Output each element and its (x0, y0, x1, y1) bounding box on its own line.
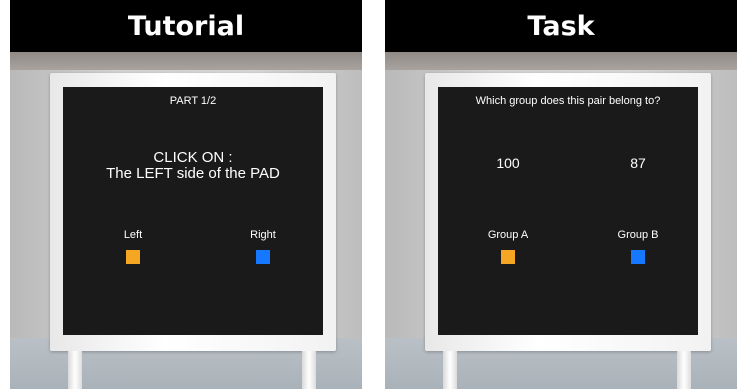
right-option-button[interactable] (256, 250, 270, 264)
ceiling (385, 52, 737, 70)
group-a-label: Group A (487, 229, 529, 241)
tutorial-board-frame: PART 1/2 CLICK ON : The LEFT side of the… (50, 73, 336, 351)
tutorial-header: Tutorial (10, 0, 362, 52)
ceiling (10, 52, 362, 70)
board-leg-right (302, 351, 316, 389)
task-panel: Task Which group does this pair belong t… (385, 0, 737, 389)
left-option-label: Left (123, 229, 143, 241)
instruction-line-2: The LEFT side of the PAD (106, 165, 280, 182)
task-board: Which group does this pair belong to? 10… (438, 87, 698, 335)
pair-value-right: 87 (630, 155, 646, 171)
task-board-frame: Which group does this pair belong to? 10… (425, 73, 711, 351)
question-text: Which group does this pair belong to? (475, 95, 661, 107)
part-indicator: PART 1/2 (169, 95, 217, 107)
pair-value-left: 100 (496, 155, 520, 171)
tutorial-board: PART 1/2 CLICK ON : The LEFT side of the… (63, 87, 323, 335)
board-leg-right (677, 351, 691, 389)
tutorial-panel: Tutorial PART 1/2 CLICK ON : The LEFT si… (10, 0, 362, 389)
board-leg-left (68, 351, 82, 389)
right-option-label: Right (250, 229, 276, 241)
group-a-button[interactable] (501, 250, 515, 264)
group-b-button[interactable] (631, 250, 645, 264)
task-header: Task (385, 0, 737, 52)
group-b-label: Group B (617, 229, 659, 241)
left-option-button[interactable] (126, 250, 140, 264)
board-leg-left (443, 351, 457, 389)
instruction-line-1: CLICK ON : (153, 149, 233, 166)
